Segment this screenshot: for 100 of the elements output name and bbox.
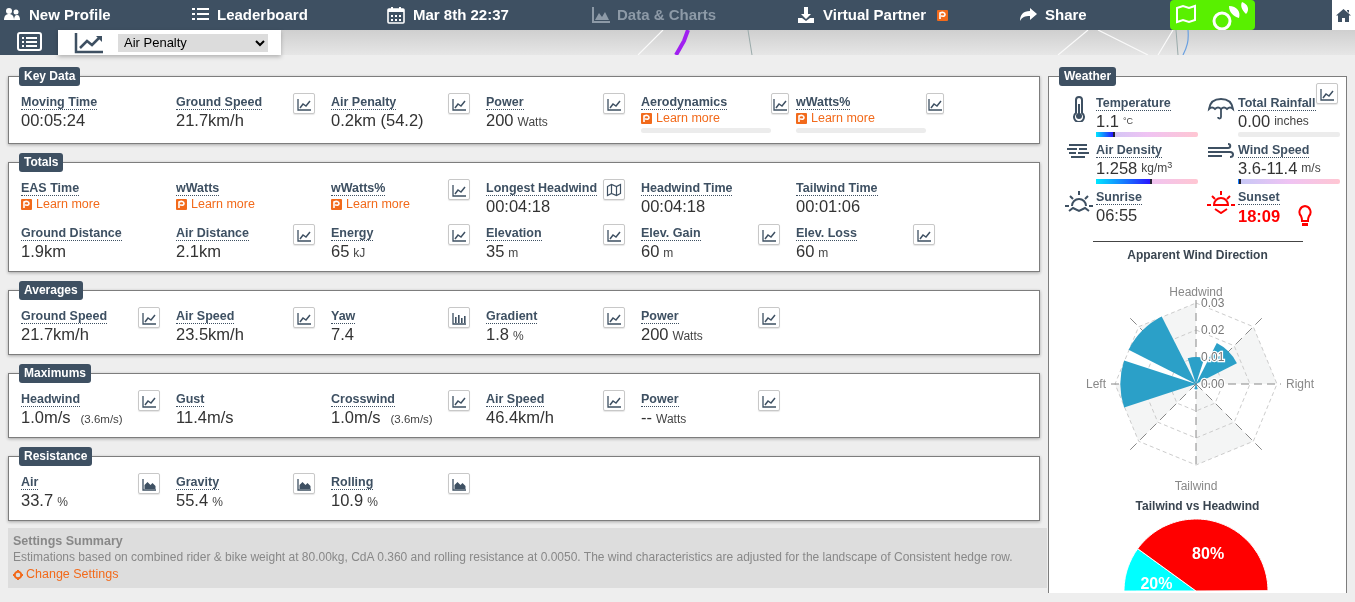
change-settings-link[interactable]: Change Settings <box>13 566 119 583</box>
stat-label: Wind Speed <box>1238 143 1310 158</box>
stat-value: 60 <box>796 241 815 261</box>
stat-label: wWatts <box>176 181 220 196</box>
chart-button[interactable] <box>758 224 780 245</box>
sidebar-toggle[interactable] <box>16 32 42 51</box>
stat-label: Power <box>641 392 679 407</box>
chart-button[interactable] <box>293 224 315 245</box>
chart-button[interactable] <box>293 473 315 494</box>
chart-button[interactable] <box>138 390 160 411</box>
chart-button[interactable] <box>448 224 470 245</box>
area-chart-icon <box>591 6 610 24</box>
unit-label: m <box>818 245 829 261</box>
chart-button[interactable] <box>448 307 470 328</box>
stat-label: Air <box>21 475 39 490</box>
premium-icon <box>937 9 949 21</box>
chart-button[interactable] <box>448 473 470 494</box>
unit-label: Watts <box>672 328 703 344</box>
direction-label: Headwind <box>1169 285 1223 299</box>
chart-button[interactable] <box>1316 83 1338 104</box>
chart-button[interactable] <box>603 179 625 200</box>
line-chart-icon <box>606 96 622 111</box>
nav-link[interactable]: Mar 8th 22:37 <box>387 0 591 30</box>
logo[interactable] <box>1167 0 1258 30</box>
chart-button[interactable] <box>293 93 315 114</box>
line-chart-icon <box>451 182 467 197</box>
stat-label: Gradient <box>486 309 538 324</box>
stat-value: 00:04:18 <box>641 196 706 216</box>
line-chart-icon <box>761 227 777 242</box>
weather-value: 18:09 <box>1238 206 1281 226</box>
chart-button[interactable] <box>603 390 625 411</box>
chart-button[interactable] <box>448 93 470 114</box>
chart-title: Apparent Wind Direction <box>1126 248 1269 263</box>
nav-link[interactable]: Leaderboard <box>191 0 387 30</box>
weather-value: 1.1 <box>1096 111 1119 131</box>
unit-label: % <box>57 494 68 510</box>
chart-button[interactable] <box>603 224 625 245</box>
stat-value: 1.8 <box>486 324 509 344</box>
lightbulb-icon[interactable] <box>1298 205 1313 227</box>
line-chart-icon <box>606 393 622 408</box>
chart-button[interactable] <box>448 390 470 411</box>
chart-button[interactable] <box>448 179 470 200</box>
stat-value: 11.4m/s <box>176 407 234 427</box>
learn-more-link[interactable]: Learn more <box>176 196 255 213</box>
learn-more-link[interactable]: Learn more <box>21 196 100 213</box>
stat-label: Ground Speed <box>21 309 108 324</box>
metric-select[interactable]: Air Penalty <box>118 33 268 52</box>
chart-button[interactable] <box>771 93 789 114</box>
chart-button[interactable] <box>926 93 944 114</box>
settings-title: Settings Summary <box>13 533 124 549</box>
line-chart-icon <box>772 96 788 111</box>
chart-button[interactable] <box>603 93 625 114</box>
thermometer-icon <box>1072 96 1086 122</box>
nav-link[interactable]: Share <box>1019 0 1167 30</box>
chart-button[interactable] <box>138 307 160 328</box>
chart-button[interactable] <box>293 307 315 328</box>
learn-more-link[interactable]: Learn more <box>641 110 720 127</box>
line-chart-icon <box>451 393 467 408</box>
calendar-icon <box>387 6 406 24</box>
home-icon[interactable] <box>1336 8 1351 22</box>
stat-value: 10.9 <box>331 490 364 510</box>
map-icon <box>606 182 622 197</box>
note-text: (3.6m/s) <box>390 412 433 427</box>
stat-value: 65 <box>331 241 350 261</box>
chart-button[interactable] <box>603 307 625 328</box>
area-chart-icon <box>296 476 312 491</box>
line-chart-icon <box>296 227 312 242</box>
stat-label: Headwind Time <box>641 181 733 196</box>
nav-link[interactable]: New Profile <box>3 0 191 30</box>
menu-icon <box>16 32 42 51</box>
unit-label: °C <box>1122 115 1134 128</box>
learn-more-link[interactable]: Learn more <box>796 110 875 127</box>
direction-label: Tailwind <box>1174 479 1218 493</box>
settings-icon <box>13 569 23 580</box>
line-chart-icon <box>74 31 104 54</box>
chart-button[interactable] <box>758 307 780 328</box>
stat-value: 21.7km/h <box>176 110 244 130</box>
stat-label: Sunrise <box>1096 190 1142 205</box>
stat-label: Tailwind Time <box>796 181 878 196</box>
unit-label: kg/m$^{3}$ <box>1141 160 1173 176</box>
chart-button[interactable] <box>913 224 935 245</box>
stat-value: 33.7 <box>21 490 54 510</box>
line-chart-icon <box>451 227 467 242</box>
chart-button[interactable] <box>758 390 780 411</box>
stat-value: 1.9km <box>21 241 66 261</box>
section-title: Weather <box>1059 67 1117 86</box>
ring-label: 0.00 <box>1201 377 1225 391</box>
learn-more-link[interactable]: Learn more <box>331 196 410 213</box>
premium-icon <box>641 113 652 124</box>
weather-value: 3.6-11.4 <box>1238 158 1298 178</box>
chart-title: Tailwind vs Headwind <box>1134 499 1261 514</box>
chart-button[interactable] <box>138 473 160 494</box>
stat-value: 0.2km (54.2) <box>331 110 424 130</box>
stat-value: 55.4 <box>176 490 209 510</box>
weather-value: 0.00 <box>1238 111 1271 131</box>
umbrella-icon <box>1207 96 1235 120</box>
stat-label: Elev. Gain <box>641 226 701 241</box>
stat-value: 46.4km/h <box>486 407 554 427</box>
line-chart-icon <box>141 393 157 408</box>
nav-link[interactable]: Virtual Partner <box>797 0 1019 30</box>
